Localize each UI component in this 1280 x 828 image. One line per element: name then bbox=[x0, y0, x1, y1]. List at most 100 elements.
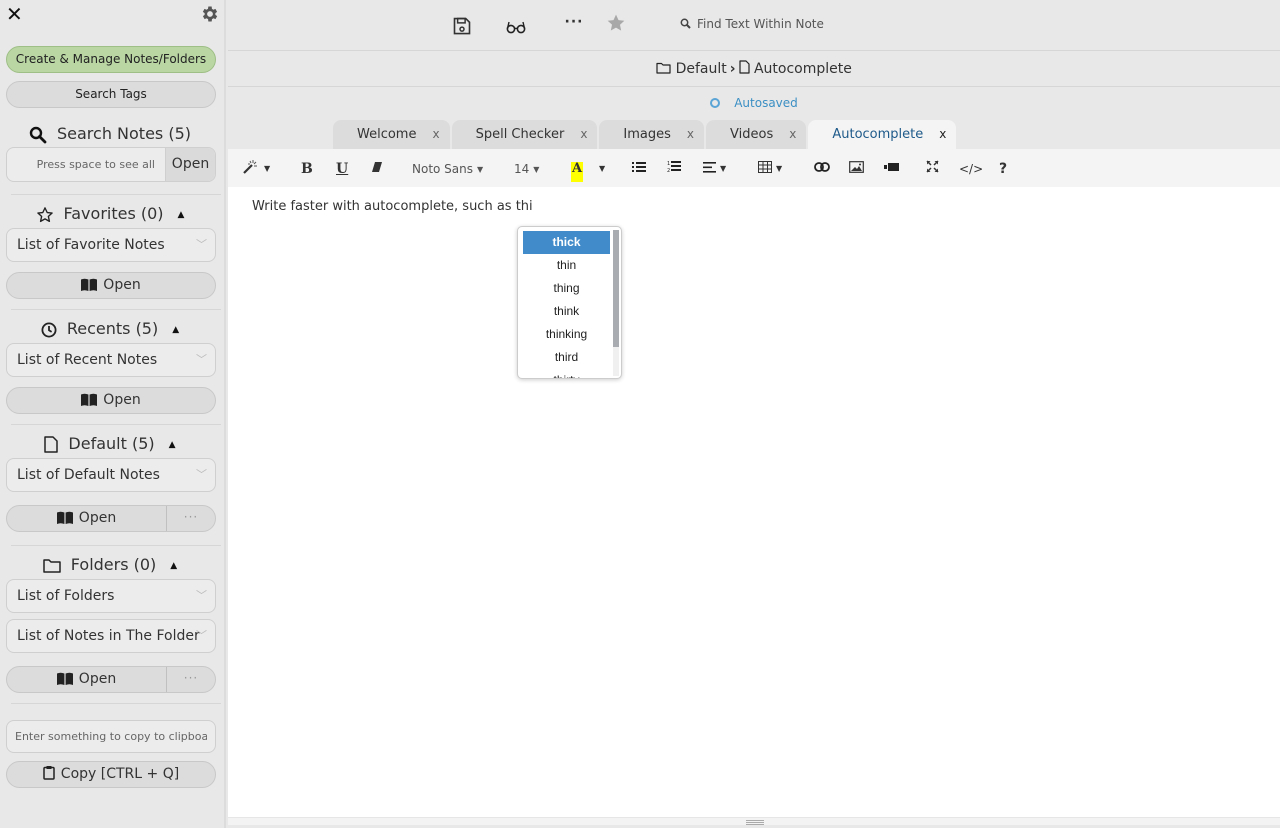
folders-heading: Folders (0) ▲ bbox=[0, 555, 220, 576]
font-family-dropdown[interactable]: Noto Sans ▼ bbox=[412, 159, 483, 179]
collapse-caret-icon[interactable]: ▲ bbox=[172, 320, 179, 340]
tab-close-icon[interactable]: x bbox=[789, 127, 796, 141]
autocomplete-item[interactable]: thick bbox=[523, 231, 610, 254]
magic-wand-style-button[interactable]: ▼ bbox=[242, 159, 270, 179]
folder-notes-select[interactable]: List of Notes in The Folder ﹀ bbox=[6, 619, 216, 653]
tab-welcome[interactable]: Welcome x bbox=[333, 120, 450, 149]
code-view-button[interactable]: </> bbox=[959, 159, 983, 179]
tab-close-icon[interactable]: x bbox=[580, 127, 587, 141]
folders-select-value: List of Folders bbox=[17, 588, 115, 604]
divider bbox=[11, 703, 221, 704]
editor-content[interactable]: Write faster with autocomplete, such as … bbox=[252, 199, 533, 214]
more-options-icon[interactable]: ··· bbox=[564, 14, 584, 34]
fullscreen-button[interactable] bbox=[926, 159, 939, 179]
folders-open-label: Open bbox=[78, 671, 117, 687]
autocomplete-item[interactable]: think bbox=[523, 300, 610, 323]
search-notes-input[interactable] bbox=[7, 148, 165, 181]
book-open-icon bbox=[81, 278, 98, 291]
folders-open-button[interactable]: Open bbox=[7, 667, 167, 692]
favorites-title: Favorites (0) bbox=[63, 204, 164, 223]
default-open-button[interactable]: Open bbox=[7, 506, 167, 531]
tab-images[interactable]: Images x bbox=[599, 120, 705, 149]
divider bbox=[11, 309, 221, 310]
autocomplete-item[interactable]: thin bbox=[523, 254, 610, 277]
align-dropdown[interactable]: ▼ bbox=[703, 159, 726, 179]
autocomplete-scrollbar-thumb[interactable] bbox=[613, 230, 619, 347]
search-icon bbox=[680, 18, 691, 29]
highlight-color-dropdown[interactable]: ▼ bbox=[599, 159, 605, 179]
folders-more-button[interactable]: ··· bbox=[167, 667, 215, 692]
search-notes-field: Open bbox=[6, 147, 216, 182]
favorites-heading: Favorites (0) ▲ bbox=[0, 204, 220, 225]
close-icon[interactable]: ✕ bbox=[6, 3, 23, 25]
note-editor[interactable]: Write faster with autocomplete, such as … bbox=[228, 187, 1280, 817]
tab-close-icon[interactable]: x bbox=[687, 127, 694, 141]
font-size-dropdown[interactable]: 14 ▼ bbox=[514, 159, 539, 179]
autocomplete-item[interactable]: thing bbox=[523, 277, 610, 300]
breadcrumb-note: Autocomplete bbox=[753, 61, 852, 77]
autocomplete-item[interactable]: thirty bbox=[523, 369, 610, 378]
gear-icon[interactable] bbox=[200, 4, 220, 24]
save-icon[interactable] bbox=[452, 16, 472, 36]
search-notes-open-button[interactable]: Open bbox=[165, 148, 215, 181]
help-button[interactable]: ? bbox=[999, 159, 1007, 179]
autocomplete-item[interactable]: thinking bbox=[523, 323, 610, 346]
collapse-caret-icon[interactable]: ▲ bbox=[169, 435, 176, 455]
bold-button[interactable]: B bbox=[301, 159, 313, 179]
autocomplete-scrollbar[interactable] bbox=[613, 230, 619, 376]
collapse-caret-icon[interactable]: ▲ bbox=[170, 556, 177, 576]
reading-glasses-icon[interactable] bbox=[506, 17, 526, 37]
default-select[interactable]: List of Default Notes ﹀ bbox=[6, 458, 216, 492]
star-icon[interactable] bbox=[606, 13, 626, 33]
app-root: ✕ Create & Manage Notes/Folders Search T… bbox=[0, 0, 1280, 828]
tab-close-icon[interactable]: x bbox=[939, 127, 946, 141]
insert-link-button[interactable] bbox=[814, 159, 830, 179]
default-more-button[interactable]: ··· bbox=[167, 506, 215, 531]
recents-open-button[interactable]: Open bbox=[6, 387, 216, 414]
clipboard-input[interactable] bbox=[6, 720, 216, 753]
favorites-open-label: Open bbox=[103, 277, 141, 293]
breadcrumb: Default › Autocomplete bbox=[228, 51, 1280, 87]
expand-icon bbox=[926, 160, 939, 173]
autosave-status: Autosaved bbox=[228, 88, 1280, 118]
table-dropdown[interactable]: ▼ bbox=[758, 159, 782, 179]
resize-handle-icon[interactable] bbox=[746, 820, 764, 825]
copy-clipboard-button[interactable]: Copy [CTRL + Q] bbox=[6, 761, 216, 788]
insert-video-button[interactable] bbox=[884, 159, 899, 179]
autocomplete-list: thickthinthingthinkthinkingthirdthirty bbox=[523, 231, 610, 378]
autocomplete-popup: thickthinthingthinkthinkingthirdthirty bbox=[517, 226, 622, 379]
favorites-open-button[interactable]: Open bbox=[6, 272, 216, 299]
create-manage-notes-button[interactable]: Create & Manage Notes/Folders bbox=[6, 46, 216, 73]
tab-label: Spell Checker bbox=[475, 127, 565, 142]
insert-image-button[interactable] bbox=[849, 159, 864, 179]
numbered-list-button[interactable]: 12 bbox=[667, 159, 681, 179]
clear-format-button[interactable] bbox=[371, 159, 383, 179]
tab-spell-checker[interactable]: Spell Checker x bbox=[451, 120, 598, 149]
editor-toolbar: ▼ B U Noto Sans ▼ 14 ▼ A ▼ 12 ▼ ▼ </> ? bbox=[228, 149, 1280, 187]
tab-label: Images bbox=[623, 127, 671, 142]
main-area: ··· Default› Autocomplete Autosaved Welc… bbox=[228, 0, 1280, 828]
video-camera-icon bbox=[884, 163, 899, 171]
bullet-list-button[interactable] bbox=[632, 159, 646, 179]
collapse-caret-icon[interactable]: ▲ bbox=[178, 205, 185, 225]
breadcrumb-folder[interactable]: Default bbox=[676, 61, 727, 77]
underline-button[interactable]: U bbox=[336, 159, 348, 179]
recents-open-label: Open bbox=[103, 392, 141, 408]
tab-autocomplete[interactable]: Autocomplete x bbox=[808, 120, 957, 149]
breadcrumb-separator: › bbox=[729, 61, 736, 77]
recents-select[interactable]: List of Recent Notes ﹀ bbox=[6, 343, 216, 377]
default-open-label: Open bbox=[78, 510, 117, 526]
recents-title: Recents (5) bbox=[66, 319, 159, 338]
find-text-input[interactable] bbox=[697, 17, 877, 31]
folders-select[interactable]: List of Folders ﹀ bbox=[6, 579, 216, 613]
tab-videos[interactable]: Videos x bbox=[706, 120, 807, 149]
image-icon bbox=[849, 161, 864, 173]
tab-close-icon[interactable]: x bbox=[432, 127, 439, 141]
book-open-icon bbox=[56, 672, 73, 685]
link-icon bbox=[814, 162, 830, 172]
tab-label: Videos bbox=[730, 127, 774, 142]
favorites-select[interactable]: List of Favorite Notes ﹀ bbox=[6, 228, 216, 262]
search-tags-button[interactable]: Search Tags bbox=[6, 81, 216, 108]
highlight-color-button[interactable]: A bbox=[571, 162, 584, 182]
autocomplete-item[interactable]: third bbox=[523, 346, 610, 369]
